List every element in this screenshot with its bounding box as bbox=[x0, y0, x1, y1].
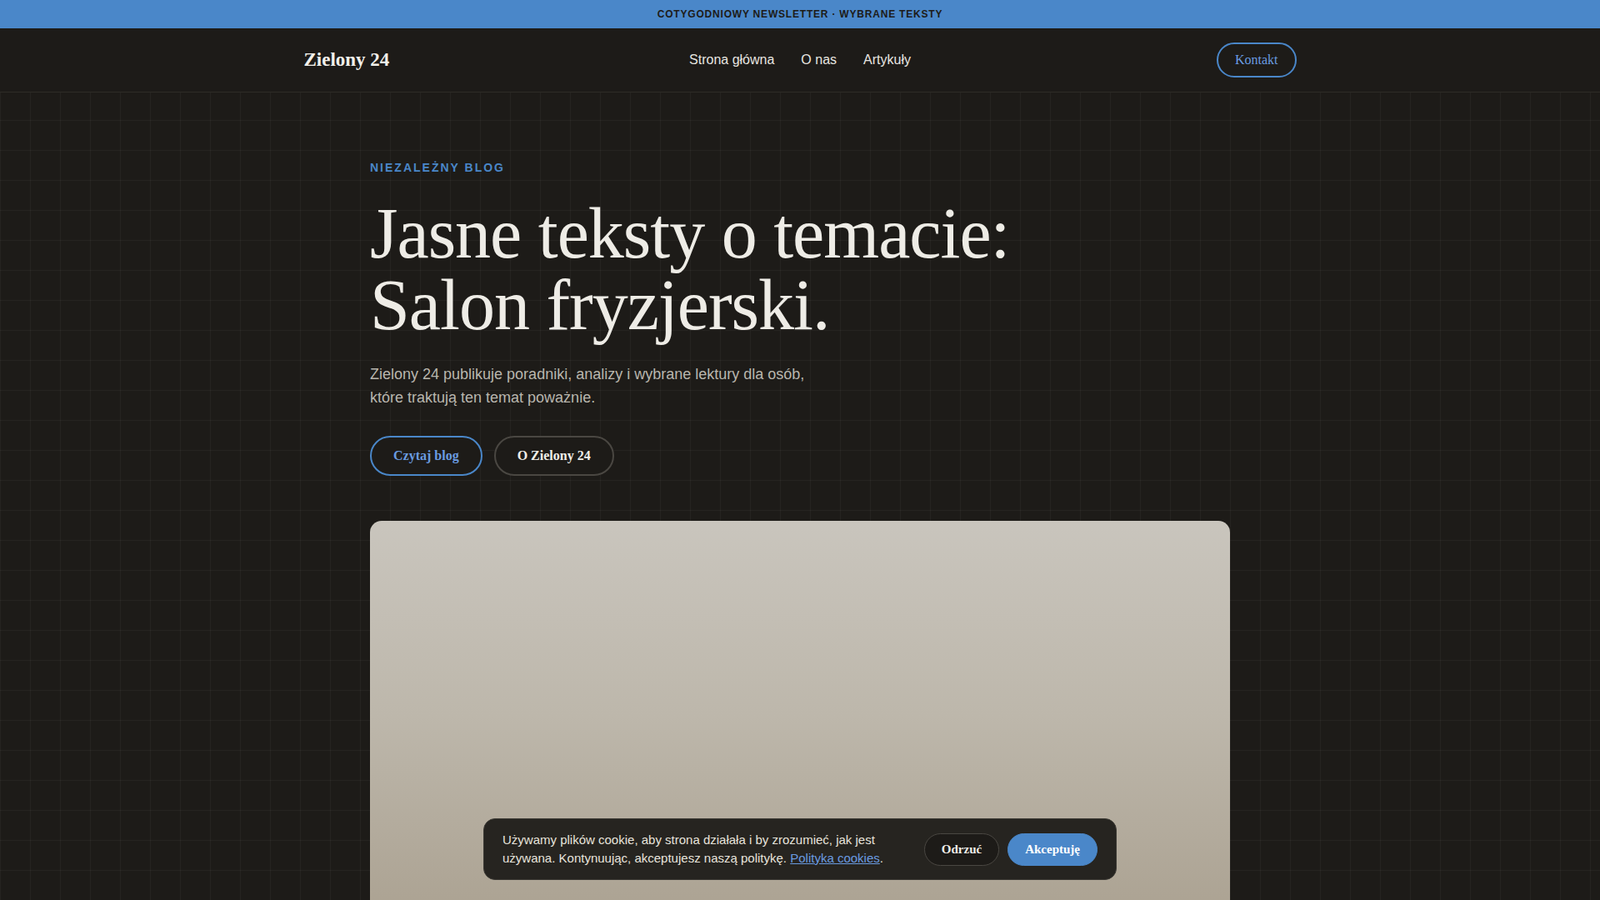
announcement-bar: COTYGODNIOWY NEWSLETTER · WYBRANE TEKSTY bbox=[0, 0, 1600, 29]
cookie-button[interactable]: Akceptuję bbox=[1007, 833, 1098, 866]
site-header: Zielony 24Strona główna O nas Artykuły Kont… bbox=[0, 28, 1600, 93]
cookie-text: Używamy plików cookie, aby strona działa… bbox=[502, 830, 906, 868]
nav-item[interactable]: O nas bbox=[800, 52, 837, 68]
hero: NIEZALEŻNY BLOG Jasne teksty o temacie:Sa… bbox=[370, 92, 1230, 900]
page: COTYGODNIOWY NEWSLETTER · WYBRANE TEKSTY… bbox=[0, 0, 1600, 900]
hero-title: Jasne teksty o temacie:Salon fryzjerski. bbox=[370, 197, 1230, 341]
eyebrow: NIEZALEŻNY BLOG bbox=[370, 160, 1230, 175]
nav-item[interactable]: Strona główna bbox=[689, 52, 775, 68]
hero-button[interactable]: O Zielony 24 bbox=[494, 435, 615, 476]
contact-button[interactable]: Kontakt bbox=[1216, 42, 1297, 78]
hero-button[interactable]: Czytaj blog bbox=[370, 435, 483, 476]
nav-item[interactable]: Artykuły bbox=[863, 52, 911, 68]
cookie-button[interactable]: Odrzuć bbox=[924, 833, 1000, 866]
cookie-policy-link[interactable]: Polityka cookies bbox=[790, 850, 880, 865]
hero-lead: Zielony 24 publikuje poradniki, analizy … bbox=[370, 362, 820, 410]
main-nav: Strona główna O nas Artykuły bbox=[689, 52, 911, 68]
hero-actions: Czytaj blog O Zielony 24 bbox=[370, 435, 1230, 476]
cookie-banner: Używamy plików cookie, aby strona działa… bbox=[483, 818, 1117, 880]
logo[interactable]: Zielony 24 bbox=[304, 49, 690, 71]
